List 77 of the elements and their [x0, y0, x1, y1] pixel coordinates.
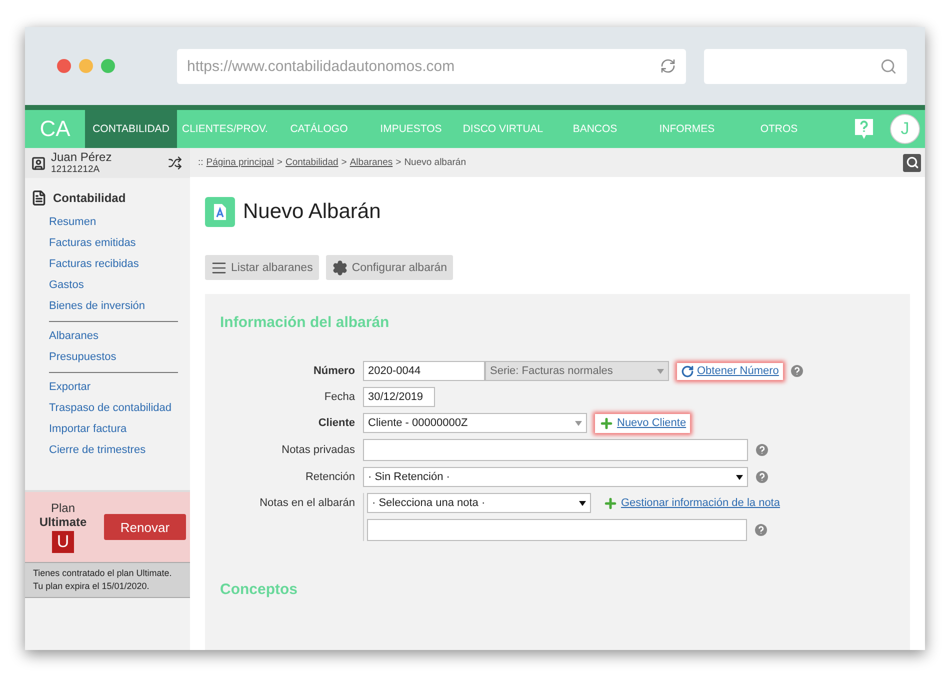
action-link[interactable]: Obtener Número: [677, 362, 783, 380]
section-title: Información del albarán: [220, 314, 390, 331]
search-icon: [880, 58, 897, 74]
breadcrumb-separator: >: [396, 157, 402, 168]
field-label: Fecha: [323, 391, 355, 403]
refresh-icon: [681, 364, 694, 378]
plan-name: Ultimate: [39, 515, 87, 529]
sidebar-link[interactable]: Bienes de inversión: [25, 296, 190, 317]
section-title: Contabilidad: [53, 191, 126, 205]
field-label: Notas en el albarán: [258, 497, 355, 509]
sidebar-link[interactable]: Exportar: [25, 377, 190, 398]
field-label: Cliente: [317, 417, 355, 429]
plus-icon: [599, 416, 614, 430]
breadcrumb-prefix: ::: [198, 157, 204, 168]
breadcrumb-link[interactable]: Albaranes: [350, 157, 393, 168]
nav-tab[interactable]: CONTABILIDAD: [85, 110, 177, 148]
series-select[interactable]: Serie: Facturas normales: [485, 361, 669, 381]
help-icon[interactable]: [854, 118, 874, 140]
user-name: Juan Pérez: [51, 151, 112, 164]
note-select[interactable]: · Selecciona una nota ·: [367, 493, 591, 513]
browser-search-field[interactable]: [704, 48, 907, 84]
sidebar-link[interactable]: Presupuestos: [25, 347, 190, 368]
plus-icon: [603, 496, 618, 510]
breadcrumb-separator: >: [341, 157, 347, 168]
notes-field[interactable]: [363, 439, 748, 461]
caret-icon: [657, 368, 664, 374]
plan-label: Plan: [50, 501, 76, 515]
retention-select[interactable]: · Sin Retención ·: [363, 467, 748, 487]
plan-badge: U: [52, 531, 74, 553]
help-icon[interactable]: [756, 471, 768, 483]
help-icon[interactable]: [790, 365, 803, 377]
list-button[interactable]: Listar albaranes: [205, 255, 319, 280]
sidebar-link[interactable]: Traspaso de contabilidad: [25, 398, 190, 419]
sidebar-link[interactable]: Gastos: [25, 275, 190, 296]
help-icon[interactable]: [756, 444, 768, 456]
page-title: Nuevo Albarán: [243, 200, 381, 224]
user-id: 12121212A: [51, 164, 101, 175]
list-icon: [211, 260, 227, 276]
sidebar-link[interactable]: Resumen: [25, 212, 190, 233]
field-label: Número: [312, 365, 355, 377]
sidebar-link[interactable]: Facturas emitidas: [25, 233, 190, 254]
document-icon: [205, 197, 235, 227]
plan-note: Tienes contratado el plan Ultimate.: [33, 567, 173, 580]
sidebar-link[interactable]: Albaranes: [25, 326, 190, 347]
number-field[interactable]: 2020-0044: [363, 361, 485, 381]
reload-icon: [660, 58, 676, 74]
action-link[interactable]: Nuevo Cliente: [595, 414, 690, 432]
settings-icon: [332, 260, 348, 276]
breadcrumb-link[interactable]: Página principal: [206, 157, 274, 168]
close-icon[interactable]: [57, 59, 71, 73]
address-bar[interactable]: https://www.contabilidadautonomos.com: [177, 48, 686, 84]
breadcrumb-current: Nuevo albarán: [404, 157, 466, 168]
action-link[interactable]: Gestionar información de la nota: [599, 494, 784, 512]
help-icon[interactable]: [755, 524, 767, 536]
maximize-icon[interactable]: [101, 59, 115, 73]
section-title: Conceptos: [220, 581, 299, 598]
renew-button[interactable]: Renovar: [104, 514, 186, 540]
sidebar-link[interactable]: Importar factura: [25, 419, 190, 440]
configure-button[interactable]: Configurar albarán: [326, 255, 454, 280]
field-label: Retención: [304, 471, 355, 483]
caret-icon: [579, 500, 586, 506]
field-label: Notas privadas: [280, 444, 355, 456]
minimize-icon[interactable]: [79, 59, 93, 73]
date-field[interactable]: 30/12/2019: [363, 387, 435, 407]
caret-icon: [575, 420, 582, 426]
sidebar-link[interactable]: Facturas recibidas: [25, 254, 190, 275]
note-field[interactable]: [367, 519, 747, 541]
breadcrumb-separator: >: [276, 157, 282, 168]
user-icon: [31, 156, 46, 170]
sidebar-link[interactable]: Cierre de trimestres: [25, 440, 190, 461]
shuffle-icon[interactable]: [168, 156, 182, 170]
caret-icon: [736, 474, 743, 480]
document-icon: [31, 190, 47, 206]
plan-note: Tu plan expira el 15/01/2020.: [33, 580, 150, 593]
search-button[interactable]: [903, 154, 921, 172]
breadcrumb-link[interactable]: Contabilidad: [285, 157, 338, 168]
client-select[interactable]: Cliente - 00000000Z: [363, 413, 587, 433]
